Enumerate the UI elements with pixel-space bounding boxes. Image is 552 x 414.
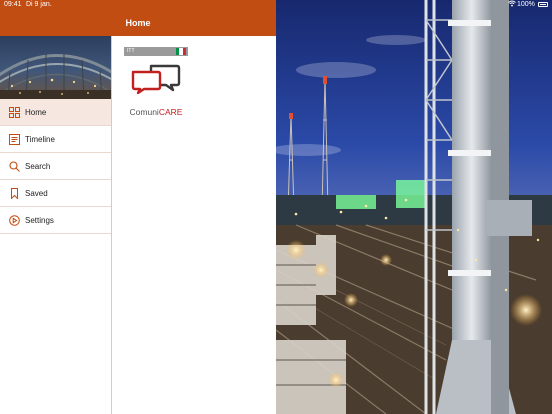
status-indicators: 100% xyxy=(500,0,552,10)
settings-icon xyxy=(9,214,20,226)
tile-badge: ITT xyxy=(124,47,188,56)
sidebar-menu: Home Timeline Search Saved Settings xyxy=(0,99,111,234)
background-photo xyxy=(276,0,552,414)
chat-bubbles-logo-icon xyxy=(131,64,181,95)
battery-percent: 100% xyxy=(517,1,535,8)
italy-flag-icon xyxy=(176,48,186,55)
sidebar-header-image xyxy=(0,36,111,99)
sidebar-item-timeline[interactable]: Timeline xyxy=(0,126,111,153)
bookmark-icon xyxy=(9,187,20,199)
status-bar: 09:41 Di 9 jan. xyxy=(0,0,276,10)
search-icon xyxy=(9,160,20,172)
status-time: 09:41 xyxy=(4,1,22,8)
sidebar-item-search[interactable]: Search xyxy=(0,153,111,180)
sidebar-item-label: Settings xyxy=(25,215,54,225)
battery-icon xyxy=(538,2,548,7)
tile-badge-label: ITT xyxy=(127,48,135,54)
nav-bar: Home xyxy=(0,10,276,36)
sidebar-item-label: Saved xyxy=(25,188,48,198)
app-tile-comunicare[interactable]: ITT ComuniCARE xyxy=(124,47,188,117)
sidebar-item-saved[interactable]: Saved xyxy=(0,180,111,207)
tile-title-main: Comuni xyxy=(129,107,159,117)
sidebar-item-label: Home xyxy=(25,107,47,117)
main-content: ITT ComuniCARE xyxy=(112,36,276,414)
tile-title: ComuniCARE xyxy=(124,107,188,117)
sidebar-item-label: Search xyxy=(25,161,51,171)
page-title: Home xyxy=(125,18,151,28)
wifi-icon xyxy=(508,0,516,11)
tile-title-accent: CARE xyxy=(158,107,183,117)
grid-icon xyxy=(9,106,20,118)
sidebar-item-label: Timeline xyxy=(25,134,55,144)
timeline-icon xyxy=(9,133,20,145)
sidebar-item-settings[interactable]: Settings xyxy=(0,207,111,234)
status-date: Di 9 jan. xyxy=(26,1,52,8)
sidebar: Home Timeline Search Saved Settings xyxy=(0,36,112,414)
sidebar-item-home[interactable]: Home xyxy=(0,99,111,126)
